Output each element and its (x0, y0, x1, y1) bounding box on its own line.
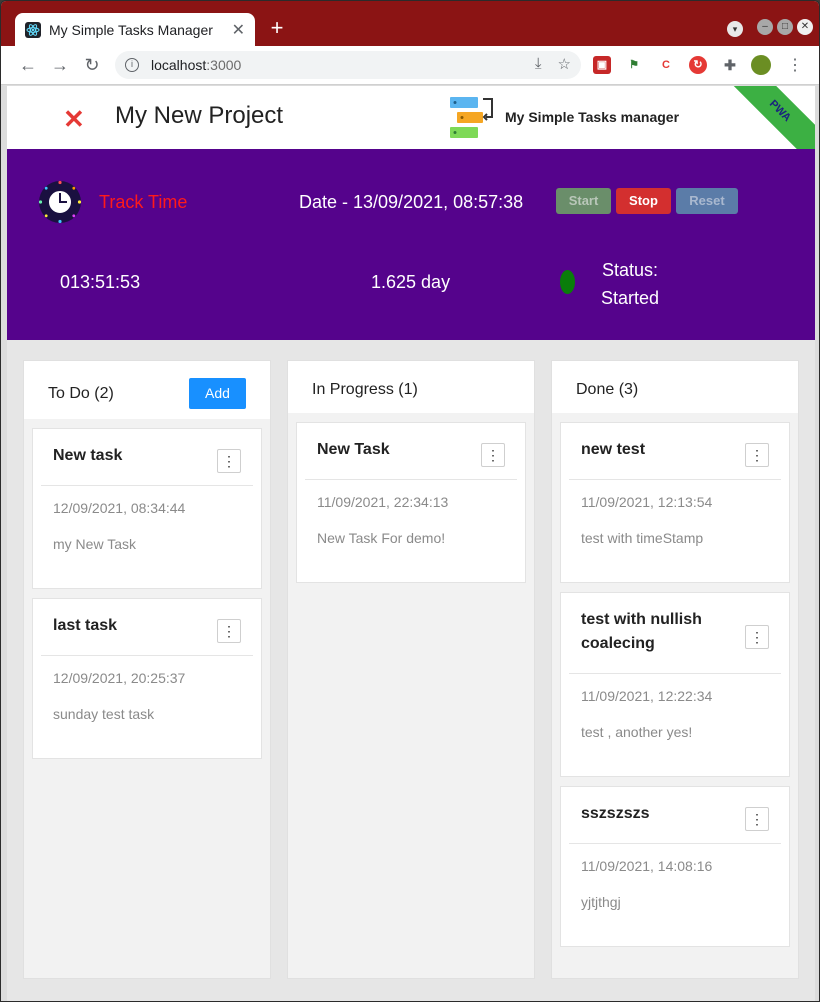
task-card[interactable]: new test ⋮ 11/09/2021, 12:13:54 test wit… (560, 422, 790, 583)
elapsed-days: 1.625 day (371, 272, 451, 292)
column-todo: To Do (2) Add New task ⋮ 12/09/2021, 08:… (23, 360, 271, 979)
bookmark-star-icon[interactable]: ☆ (558, 55, 571, 73)
react-favicon-icon (25, 21, 41, 38)
column-title: Done (3) (576, 381, 639, 398)
profile-avatar[interactable] (751, 55, 771, 75)
column-title: In Progress (1) (312, 381, 418, 398)
card-divider (41, 485, 253, 486)
task-menu-icon[interactable]: ⋮ (481, 443, 505, 467)
clock-icon (38, 180, 82, 224)
task-date: 11/09/2021, 14:08:16 (581, 858, 713, 874)
time-tracker-bar: Track Time Date - 13/09/2021, 08:57:38 S… (7, 149, 815, 340)
task-menu-icon[interactable]: ⋮ (217, 449, 241, 473)
new-tab-button[interactable]: + (265, 17, 289, 41)
card-divider (569, 843, 781, 844)
task-description: test , another yes! (581, 724, 693, 740)
card-divider (305, 479, 517, 480)
status-value: Started (601, 288, 660, 308)
task-card[interactable]: New task ⋮ 12/09/2021, 08:34:44 my New T… (32, 428, 262, 589)
minimize-icon[interactable]: – (757, 19, 773, 35)
elapsed-time: 013:51:53 (60, 272, 141, 292)
site-info-icon[interactable]: i (125, 58, 139, 72)
extension-icon-3[interactable]: C (657, 56, 675, 74)
task-title: last task (53, 617, 118, 634)
task-card[interactable]: sszszszs ⋮ 11/09/2021, 14:08:16 yjtjthgj (560, 786, 790, 947)
browser-menu-icon[interactable]: ⋮ (787, 55, 803, 75)
pwa-ribbon: PWA (723, 86, 815, 149)
column-title: To Do (2) (48, 385, 114, 402)
back-arrow-icon[interactable]: ← (17, 54, 39, 76)
reload-icon[interactable]: ↻ (81, 54, 103, 76)
status-indicator (560, 270, 575, 294)
task-date: 11/09/2021, 12:13:54 (581, 494, 713, 510)
task-description: my New Task (53, 536, 136, 552)
card-divider (569, 479, 781, 480)
task-description: New Task For demo! (317, 530, 446, 546)
task-date: 11/09/2021, 22:34:13 (317, 494, 449, 510)
install-app-icon[interactable]: ⤓ (535, 55, 542, 73)
extensions-puzzle-icon[interactable]: ✚ (721, 56, 739, 74)
app-header: ✕ My New Project My Simple Tasks manager… (7, 86, 815, 149)
task-menu-icon[interactable]: ⋮ (745, 807, 769, 831)
task-menu-icon[interactable]: ⋮ (217, 619, 241, 643)
window-close-icon[interactable]: ✕ (797, 19, 813, 35)
task-description: sunday test task (53, 706, 155, 722)
card-divider (569, 673, 781, 674)
column-header: In Progress (1) (288, 361, 534, 413)
task-card[interactable]: last task ⋮ 12/09/2021, 20:25:37 sunday … (32, 598, 262, 759)
task-title: New task (53, 447, 123, 464)
column-done: Done (3) new test ⋮ 11/09/2021, 12:13:54… (551, 360, 799, 979)
current-date: Date - 13/09/2021, 08:57:38 (299, 192, 524, 212)
reset-button[interactable]: Reset (676, 188, 738, 214)
status-text: Status: Started (601, 256, 659, 312)
tab-close-icon[interactable]: ✕ (232, 20, 245, 40)
task-date: 12/09/2021, 20:25:37 (53, 670, 186, 686)
maximize-icon[interactable]: □ (777, 19, 793, 35)
column-in-progress: In Progress (1) New Task ⋮ 11/09/2021, 2… (287, 360, 535, 979)
task-title: sszszszs (581, 805, 650, 822)
app-logo-icon (450, 97, 493, 138)
task-title: new test (581, 441, 646, 458)
tab-search-icon[interactable]: ▾ (727, 21, 743, 37)
app-name: My Simple Tasks manager (505, 109, 680, 125)
column-header: To Do (2) Add (24, 361, 270, 419)
task-date: 12/09/2021, 08:34:44 (53, 500, 186, 516)
project-title: My New Project (115, 102, 284, 129)
browser-toolbar: ← → ↻ i localhost:3000 ⤓ ☆ ▣ ⚑ C ↻ ✚ ⋮ (1, 46, 819, 85)
task-card[interactable]: test with nullish coalecing ⋮ 11/09/2021… (560, 592, 790, 777)
tab-strip: My Simple Tasks Manager ✕ + ▾ – □ ✕ (1, 1, 819, 46)
url-host: localhost (151, 57, 207, 73)
task-title: test with nullish coalecing (581, 611, 702, 652)
browser-window: My Simple Tasks Manager ✕ + ▾ – □ ✕ ← → … (0, 0, 820, 1002)
browser-tab[interactable]: My Simple Tasks Manager ✕ (15, 13, 255, 46)
sync-extension-icon[interactable]: ↻ (689, 56, 707, 74)
task-title: New Task (317, 441, 390, 458)
task-card[interactable]: New Task ⋮ 11/09/2021, 22:34:13 New Task… (296, 422, 526, 583)
task-description: yjtjthgj (581, 894, 621, 910)
task-menu-icon[interactable]: ⋮ (745, 625, 769, 649)
close-project-icon[interactable]: ✕ (63, 104, 85, 135)
task-menu-icon[interactable]: ⋮ (745, 443, 769, 467)
track-time-label: Track Time (99, 192, 188, 212)
app-root: ✕ My New Project My Simple Tasks manager… (7, 86, 815, 1001)
extension-icon-1[interactable]: ▣ (593, 56, 611, 74)
flag-extension-icon[interactable]: ⚑ (625, 56, 643, 74)
start-button[interactable]: Start (556, 188, 611, 214)
task-description: test with timeStamp (581, 530, 704, 546)
tab-title: My Simple Tasks Manager (49, 21, 213, 38)
add-task-button[interactable]: Add (189, 378, 246, 409)
stop-button[interactable]: Stop (616, 188, 671, 214)
address-bar[interactable]: i localhost:3000 ⤓ ☆ (115, 51, 581, 79)
status-label: Status: (602, 260, 659, 280)
forward-arrow-icon[interactable]: → (49, 54, 71, 76)
card-divider (41, 655, 253, 656)
url-port: :3000 (206, 57, 242, 73)
column-header: Done (3) (552, 361, 798, 413)
task-date: 11/09/2021, 12:22:34 (581, 688, 713, 704)
